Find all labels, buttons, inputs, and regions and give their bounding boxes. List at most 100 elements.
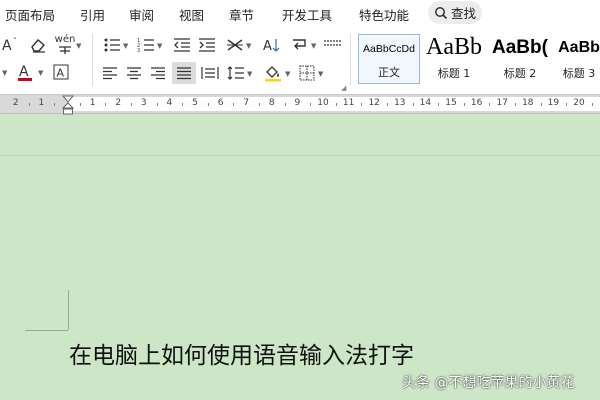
menu-section[interactable]: 章节 xyxy=(229,5,254,24)
bullet-dropdown-icon[interactable]: ▼ xyxy=(123,42,128,50)
menu-special-features[interactable]: 特色功能 xyxy=(359,5,409,24)
style-sample: AaBb( xyxy=(492,37,548,58)
indent-marker-icon[interactable] xyxy=(62,95,74,115)
ruler-tick xyxy=(131,103,132,106)
ruler-number: 6 xyxy=(217,98,224,108)
ruler-tick xyxy=(233,103,235,106)
style-heading-3[interactable]: AaBb 标题 3 xyxy=(554,34,600,84)
ruler-number: 4 xyxy=(166,98,173,108)
style-sample: AaBbCcDd xyxy=(363,43,415,55)
bullet-list-button[interactable] xyxy=(102,36,122,54)
borders-button[interactable] xyxy=(297,64,317,82)
search-button[interactable]: 查找 xyxy=(428,1,482,24)
svg-text:3: 3 xyxy=(137,48,140,53)
numbering-dropdown-icon[interactable]: ▼ xyxy=(157,42,162,50)
align-center-button[interactable] xyxy=(124,64,144,82)
svg-text:ˇ: ˇ xyxy=(13,37,17,46)
ruler-number: 9 xyxy=(294,98,301,108)
ruler-tick xyxy=(387,103,388,106)
line-break-button[interactable] xyxy=(290,36,310,54)
increase-indent-button[interactable] xyxy=(197,36,217,54)
phonetic-dropdown-icon[interactable]: ▼ xyxy=(76,42,81,50)
ruler-number: 13 xyxy=(394,98,406,108)
character-border-button[interactable]: A xyxy=(52,63,70,81)
character-border-icon: A xyxy=(53,64,69,80)
document-text[interactable]: 在电脑上如何使用语音输入法打字 xyxy=(69,336,414,370)
ruler-tick xyxy=(207,103,209,106)
menu-review[interactable]: 审阅 xyxy=(129,5,154,24)
shading-button[interactable] xyxy=(262,64,284,82)
ruler-tick xyxy=(566,103,568,106)
ruler-tick xyxy=(412,103,414,106)
menu-page-layout[interactable]: 页面布局 xyxy=(5,5,55,24)
style-normal[interactable]: AaBbCcDd 正文 xyxy=(358,34,420,84)
ruler-tick xyxy=(515,103,516,106)
shading-dropdown-icon[interactable]: ▼ xyxy=(285,70,290,78)
align-left-button[interactable] xyxy=(100,64,120,82)
font-color-button[interactable]: A xyxy=(14,63,36,83)
divider xyxy=(92,34,93,86)
style-heading-2[interactable]: AaBb( 标题 2 xyxy=(488,34,552,84)
menu-references[interactable]: 引用 xyxy=(80,5,105,24)
menu-developer-tools[interactable]: 开发工具 xyxy=(282,5,332,24)
ruler-number: 15 xyxy=(445,98,457,108)
ruler-tick xyxy=(361,103,363,106)
decrease-font-button[interactable]: Aˇ xyxy=(2,36,20,54)
table-of-contents-button[interactable] xyxy=(322,36,344,54)
font-color-icon: A xyxy=(18,64,32,81)
horizontal-ruler[interactable]: 2 1 1 2 3 4 5 6 7 8 9 10 11 12 13 14 15 16 17 18 19 20 xyxy=(0,94,600,115)
chinese-layout-button[interactable] xyxy=(225,36,245,54)
distributed-align-button[interactable] xyxy=(200,64,220,82)
ruler-tick xyxy=(156,103,158,106)
justify-icon xyxy=(177,67,191,80)
borders-icon xyxy=(299,65,315,81)
align-right-button[interactable] xyxy=(148,64,168,82)
search-icon xyxy=(435,6,448,19)
page-boundary xyxy=(0,155,600,156)
style-sample: AaBb xyxy=(426,34,482,60)
line-spacing-button[interactable] xyxy=(226,64,246,82)
ruler-tick xyxy=(182,103,184,106)
ruler-number: 16 xyxy=(470,98,483,108)
indent-icon xyxy=(199,38,215,52)
align-center-icon xyxy=(127,67,141,80)
borders-dropdown-icon[interactable]: ▼ xyxy=(318,70,323,78)
margin-corner-mark xyxy=(68,290,69,330)
line-spacing-dropdown-icon[interactable]: ▼ xyxy=(247,70,252,78)
ruler-number: 5 xyxy=(192,98,198,108)
ruler-text-area xyxy=(68,97,600,111)
ruler-tick xyxy=(54,103,56,106)
ribbon-toolbar: Aˇ wén ▼ ▼ 123 ▼ ▼ A ▼ ▼ A ▼ A ▼ ▼ ▼ ◢ A… xyxy=(0,26,600,94)
style-heading-1[interactable]: AaBb 标题 1 xyxy=(422,34,486,84)
font-color-dropdown-icon[interactable]: ▼ xyxy=(38,69,43,77)
paragraph-settings-launcher-icon[interactable]: ◢ xyxy=(341,84,346,92)
ruler-tick xyxy=(438,103,440,106)
ruler-tick xyxy=(310,103,312,106)
decrease-indent-button[interactable] xyxy=(172,36,192,54)
phonetic-guide-button[interactable]: wén xyxy=(54,34,76,56)
paint-bucket-icon xyxy=(265,66,281,82)
svg-text:A: A xyxy=(263,39,272,53)
ruler-tick xyxy=(259,103,260,106)
ruler-number: 3 xyxy=(140,98,147,108)
outdent-icon xyxy=(174,38,190,52)
chinese-layout-dropdown-icon[interactable]: ▼ xyxy=(246,42,251,50)
ruler-tick xyxy=(335,103,337,106)
justify-button[interactable] xyxy=(172,62,196,84)
numbered-list-button[interactable]: 123 xyxy=(136,36,156,54)
ruler-number: 8 xyxy=(268,98,275,108)
clear-format-button[interactable] xyxy=(28,36,48,54)
svg-text:A: A xyxy=(19,64,29,80)
line-break-dropdown-icon[interactable]: ▼ xyxy=(311,42,316,50)
divider xyxy=(350,34,351,86)
ruler-number: 14 xyxy=(419,98,432,108)
text-direction-icon: A xyxy=(263,39,280,53)
font-size-dropdown-icon[interactable]: ▼ xyxy=(2,69,7,77)
phonetic-icon xyxy=(59,46,71,54)
ruler-number: 1 xyxy=(89,98,96,108)
ruler-number: 2 xyxy=(115,98,122,108)
ruler-tick xyxy=(284,103,286,106)
menu-view[interactable]: 视图 xyxy=(179,5,204,24)
text-direction-button[interactable]: A xyxy=(261,36,281,54)
ruler-number: 11 xyxy=(342,98,355,108)
